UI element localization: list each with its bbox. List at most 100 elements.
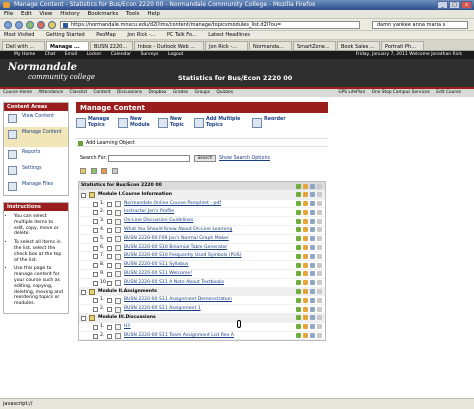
move-icon[interactable] xyxy=(303,324,308,330)
row-checkbox[interactable] xyxy=(93,219,98,225)
maximize-button[interactable]: □ xyxy=(449,1,460,9)
edit-icon[interactable] xyxy=(296,201,301,207)
edit-icon[interactable] xyxy=(296,218,301,224)
browser-tab[interactable]: Portrait Ph... xyxy=(381,41,424,50)
home-icon[interactable] xyxy=(48,21,56,29)
course-nav-classlist[interactable]: Classlist xyxy=(70,90,88,95)
new-module-button[interactable]: New Module xyxy=(118,117,158,129)
delete-icon[interactable] xyxy=(317,333,322,339)
properties-icon[interactable] xyxy=(310,183,315,189)
module-title[interactable]: Module III.Discussions xyxy=(98,314,156,323)
topic-link[interactable]: BUSN 2220-00 S11 Team Assignment List Re… xyxy=(124,332,234,341)
bookmark-item[interactable]: Jon Rick -... xyxy=(127,32,155,38)
reload-icon[interactable] xyxy=(26,21,34,29)
sidebar-item-manage-files[interactable]: Manage Files xyxy=(4,179,68,195)
browser-tab-active[interactable]: Manage ... xyxy=(46,41,89,50)
edit-icon[interactable] xyxy=(296,183,301,189)
properties-icon[interactable] xyxy=(310,192,315,198)
properties-icon[interactable] xyxy=(310,245,315,251)
course-nav-one-stop[interactable]: One Stop Campus Services xyxy=(372,90,430,95)
d2l-link-locker[interactable]: Locker xyxy=(87,52,102,57)
bookmark-item[interactable]: PC Talk Fo... xyxy=(167,32,197,38)
course-nav-discussions[interactable]: Discussions xyxy=(117,90,142,95)
topic-link[interactable]: Normandale Online Course Pamphlet - pdf xyxy=(124,200,221,209)
topic-link[interactable]: BUSN 2220-00 S10 Frequently Used Symbols… xyxy=(124,252,242,261)
properties-icon[interactable] xyxy=(310,289,315,295)
edit-icon[interactable] xyxy=(296,280,301,286)
delete-icon[interactable] xyxy=(317,201,322,207)
copy-icon[interactable] xyxy=(90,168,97,174)
move-icon[interactable] xyxy=(303,306,308,312)
move-icon[interactable] xyxy=(303,209,308,215)
properties-icon[interactable] xyxy=(310,253,315,259)
edit-icon[interactable] xyxy=(296,333,301,339)
delete-icon[interactable] xyxy=(317,297,322,303)
edit-icon[interactable] xyxy=(296,289,301,295)
move-icon[interactable] xyxy=(303,297,308,303)
topic-link[interactable]: On-Line Discussion Guidelines xyxy=(124,217,193,226)
move-icon[interactable] xyxy=(303,271,308,277)
row-checkbox[interactable] xyxy=(93,227,98,233)
browser-tab[interactable]: Book Sales ... xyxy=(337,41,380,50)
topic-link[interactable]: BUSN 2220-00 F09 Jon's Normal Graph Make… xyxy=(124,235,229,244)
delete-icon[interactable] xyxy=(317,183,322,189)
delete-icon[interactable] xyxy=(317,306,322,312)
move-icon[interactable] xyxy=(303,253,308,259)
edit-icon[interactable] xyxy=(296,245,301,251)
delete-icon[interactable] xyxy=(317,227,322,233)
browser-tab[interactable]: Jon Rick -... xyxy=(205,41,248,50)
edit-icon[interactable] xyxy=(296,227,301,233)
topic-link[interactable]: BUSN 2220-00 S11 Assignment 1 xyxy=(124,305,201,314)
d2l-link-email[interactable]: Email xyxy=(65,52,78,57)
properties-icon[interactable] xyxy=(310,315,315,321)
row-checkbox[interactable] xyxy=(93,324,98,330)
d2l-link-logout[interactable]: Logout xyxy=(168,52,183,57)
properties-icon[interactable] xyxy=(310,236,315,242)
bookmark-item[interactable]: Latest Headlines xyxy=(208,32,250,38)
row-checkbox[interactable] xyxy=(93,271,98,277)
new-topic-button[interactable]: New Topic xyxy=(158,117,194,129)
properties-icon[interactable] xyxy=(310,271,315,277)
move-icon[interactable] xyxy=(303,236,308,242)
move-icon[interactable] xyxy=(303,280,308,286)
properties-icon[interactable] xyxy=(310,324,315,330)
delete-icon[interactable] xyxy=(317,192,322,198)
topic-link[interactable]: What You Should Know About On-Line Learn… xyxy=(124,226,232,235)
edit-icon[interactable] xyxy=(296,192,301,198)
move-icon[interactable] xyxy=(303,262,308,268)
move-icon[interactable] xyxy=(101,168,108,174)
menu-bookmarks[interactable]: Bookmarks xyxy=(88,11,119,17)
d2l-link-my-home[interactable]: My Home xyxy=(14,52,35,57)
browser-tab[interactable]: Dell with ... xyxy=(2,41,45,50)
delete-icon[interactable] xyxy=(111,168,118,174)
course-nav-attendance[interactable]: Attendance xyxy=(38,90,63,95)
reorder-button[interactable]: Reorder xyxy=(252,117,294,128)
properties-icon[interactable] xyxy=(310,306,315,312)
properties-icon[interactable] xyxy=(310,227,315,233)
topic-link[interactable]: Instructor Jon's Profile xyxy=(124,208,174,217)
close-button[interactable]: x xyxy=(461,1,472,9)
move-icon[interactable] xyxy=(303,192,308,198)
delete-icon[interactable] xyxy=(317,218,322,224)
row-checkbox[interactable] xyxy=(93,210,98,216)
row-checkbox[interactable] xyxy=(81,289,86,295)
properties-icon[interactable] xyxy=(310,333,315,339)
show-search-options-link[interactable]: Show Search Options xyxy=(219,155,270,163)
delete-icon[interactable] xyxy=(317,324,322,330)
course-nav-quizzes[interactable]: Quizzes xyxy=(216,90,233,95)
properties-icon[interactable] xyxy=(310,218,315,224)
stop-icon[interactable] xyxy=(37,21,45,29)
row-checkbox[interactable] xyxy=(93,298,98,304)
add-multiple-topics-button[interactable]: Add Multiple Topics xyxy=(194,117,250,129)
add-learning-object-link[interactable]: Add Learning Object xyxy=(76,138,328,147)
properties-icon[interactable] xyxy=(310,262,315,268)
row-checkbox[interactable] xyxy=(93,201,98,207)
properties-icon[interactable] xyxy=(310,209,315,215)
menu-history[interactable]: History xyxy=(60,11,80,17)
row-checkbox[interactable] xyxy=(93,263,98,269)
menu-file[interactable]: File xyxy=(4,11,13,17)
course-nav-dropbox[interactable]: Dropbox xyxy=(148,90,166,95)
row-checkbox[interactable] xyxy=(93,245,98,251)
course-nav-edit-course[interactable]: Edit Course xyxy=(436,90,461,95)
topic-link[interactable]: BUSN 2220-00 S11 Syllabus xyxy=(124,261,188,270)
